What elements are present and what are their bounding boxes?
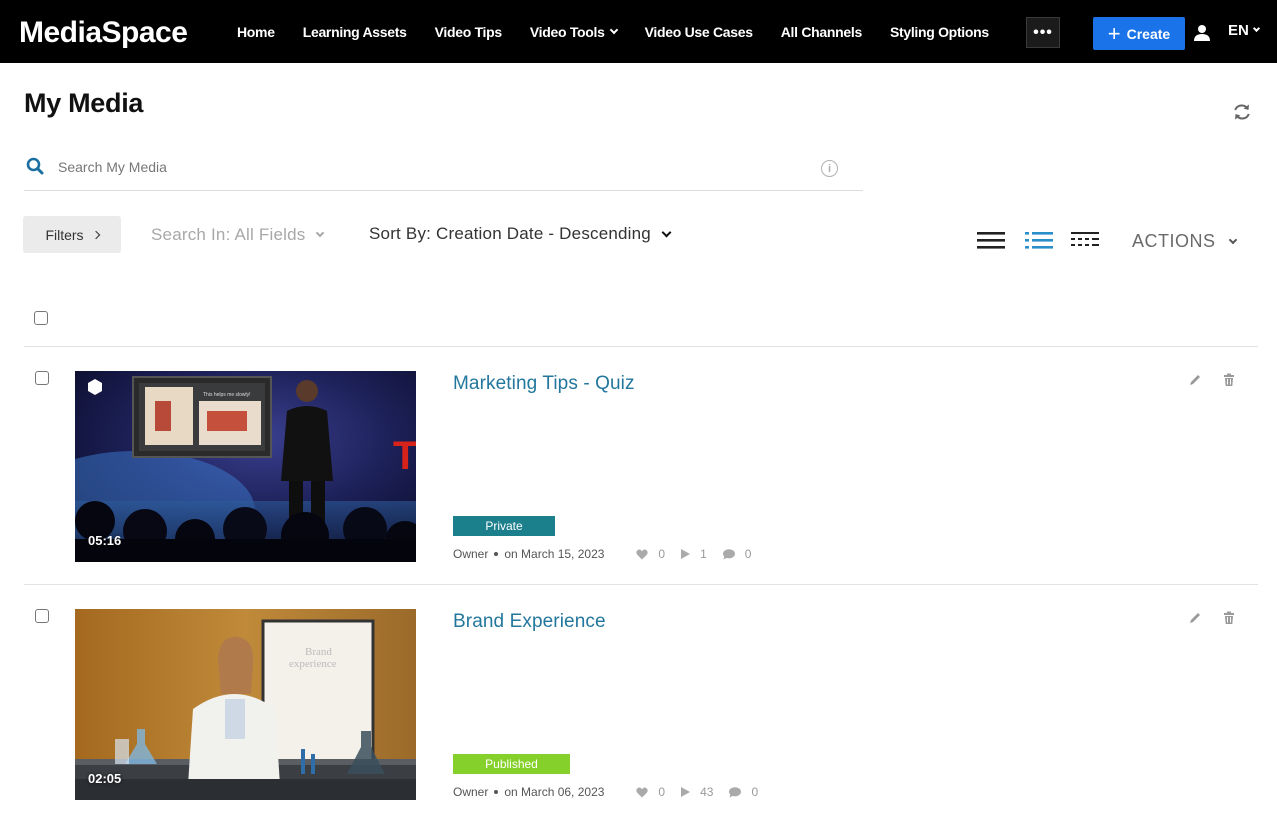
- entry-checkbox[interactable]: [35, 609, 49, 623]
- status-badge: Private: [453, 516, 555, 536]
- list-view-icon[interactable]: [976, 229, 1006, 251]
- comments-stat: 0: [722, 547, 752, 561]
- separator-dot: [494, 790, 499, 794]
- owner-label: Owner: [453, 547, 489, 561]
- entry-date: on March 06, 2023: [504, 785, 605, 799]
- actions-label: ACTIONS: [1132, 231, 1216, 251]
- entry-checkbox[interactable]: [35, 371, 49, 385]
- plays-count: 43: [700, 785, 714, 799]
- comments-count: 0: [751, 785, 759, 799]
- thumbnail-image: This helps me slowly! TE: [75, 371, 416, 562]
- pencil-icon[interactable]: [1188, 611, 1202, 625]
- language-selector[interactable]: EN: [1228, 22, 1260, 39]
- more-icon: •••: [1033, 23, 1053, 41]
- nav-label: All Channels: [780, 23, 863, 40]
- user-icon[interactable]: [1193, 24, 1211, 42]
- media-entry: Brand experience 02:05 Brand Experience …: [0, 609, 1277, 819]
- trash-icon[interactable]: [1222, 373, 1236, 387]
- chevron-down-icon: [1228, 235, 1237, 244]
- entry-meta: Owner on March 15, 2023 0 1 0: [453, 547, 751, 561]
- likes-stat: 0: [636, 785, 665, 799]
- stage-text: TE: [393, 434, 416, 478]
- detailed-view-icon[interactable]: [1024, 229, 1054, 251]
- entry-date: on March 15, 2023: [504, 547, 605, 561]
- chevron-right-icon: [91, 230, 100, 239]
- plays-count: 1: [700, 547, 707, 561]
- heart-icon: [636, 549, 649, 559]
- select-all-checkbox[interactable]: [34, 311, 48, 325]
- search-icon: [26, 157, 44, 175]
- more-menu-button[interactable]: •••: [1026, 17, 1060, 48]
- comments-count: 0: [744, 547, 752, 561]
- video-duration: 02:05: [88, 771, 122, 786]
- heart-icon: [636, 787, 649, 797]
- nav-label: Learning Assets: [302, 23, 407, 40]
- nav-label: Home: [237, 23, 275, 40]
- nav-label: Video Tools: [529, 23, 605, 40]
- language-label: EN: [1228, 22, 1249, 39]
- comment-icon: [729, 786, 742, 797]
- plays-stat: 1: [681, 547, 707, 561]
- entry-meta: Owner on March 06, 2023 0 43 0: [453, 785, 758, 799]
- nav-item-home[interactable]: Home: [237, 24, 275, 40]
- nav-label: Video Tips: [434, 23, 503, 40]
- search-in-label: Search In: All Fields: [151, 225, 306, 244]
- nav-item-video-use-cases[interactable]: Video Use Cases: [645, 24, 753, 40]
- brand-logo[interactable]: MediaSpace: [19, 14, 188, 52]
- nav-item-styling-options[interactable]: Styling Options: [890, 24, 989, 40]
- divider: [24, 584, 1258, 585]
- refresh-icon[interactable]: [1232, 102, 1252, 122]
- separator-dot: [494, 552, 499, 556]
- pencil-icon[interactable]: [1188, 373, 1202, 387]
- likes-stat: 0: [636, 547, 665, 561]
- filters-label: Filters: [45, 226, 84, 243]
- thumbnail-image: Brand experience: [75, 609, 416, 800]
- nav-item-video-tips[interactable]: Video Tips: [434, 23, 503, 40]
- create-label: Create: [1126, 25, 1171, 42]
- chevron-down-icon: [609, 25, 618, 34]
- entry-title-link[interactable]: Brand Experience: [453, 611, 606, 633]
- table-view-icon[interactable]: [1070, 229, 1100, 251]
- video-thumbnail[interactable]: Brand experience 02:05: [75, 609, 416, 800]
- plays-stat: 43: [681, 785, 713, 799]
- nav-item-video-tools[interactable]: Video Tools: [529, 23, 618, 40]
- status-badge: Published: [453, 754, 570, 774]
- search-in-dropdown[interactable]: Search In: All Fields: [151, 225, 325, 245]
- board-text: Brand: [305, 646, 332, 658]
- sort-by-label: Sort By: Creation Date - Descending: [369, 224, 651, 243]
- plus-icon: +: [1107, 20, 1121, 46]
- info-icon[interactable]: i: [821, 160, 838, 177]
- main-nav: Home Learning Assets Video Tips Video To…: [237, 0, 1017, 63]
- search-input[interactable]: [58, 156, 798, 178]
- comments-stat: 0: [729, 785, 758, 799]
- play-icon: [681, 549, 691, 559]
- chevron-down-icon: [1252, 24, 1260, 33]
- comment-icon: [722, 548, 735, 559]
- sort-by-dropdown[interactable]: Sort By: Creation Date - Descending: [369, 224, 672, 244]
- divider: [24, 346, 1258, 347]
- likes-count: 0: [658, 547, 666, 561]
- board-text: experience: [289, 658, 337, 670]
- create-button[interactable]: + Create: [1093, 17, 1185, 50]
- search-bar: i: [24, 150, 863, 191]
- entry-title-link[interactable]: Marketing Tips - Quiz: [453, 373, 635, 395]
- nav-label: Video Use Cases: [644, 23, 753, 40]
- owner-label: Owner: [453, 785, 489, 799]
- chevron-down-icon: [316, 228, 325, 238]
- filters-button[interactable]: Filters: [23, 216, 121, 253]
- top-navbar: MediaSpace Home Learning Assets Video Ti…: [0, 0, 1277, 63]
- slide-text: This helps me slowly!: [203, 392, 251, 398]
- video-thumbnail[interactable]: This helps me slowly! TE 05:16: [75, 371, 416, 562]
- video-duration: 05:16: [88, 533, 122, 548]
- trash-icon[interactable]: [1222, 611, 1236, 625]
- nav-label: Styling Options: [889, 23, 989, 40]
- media-entry: This helps me slowly! TE 05:16 Marketing…: [0, 371, 1277, 591]
- chevron-down-icon: [661, 227, 672, 237]
- actions-dropdown[interactable]: ACTIONS: [1132, 231, 1237, 252]
- nav-item-learning-assets[interactable]: Learning Assets: [303, 24, 407, 40]
- play-icon: [681, 787, 691, 797]
- likes-count: 0: [658, 785, 666, 799]
- nav-item-all-channels[interactable]: All Channels: [780, 23, 863, 40]
- page-title: My Media: [24, 88, 144, 118]
